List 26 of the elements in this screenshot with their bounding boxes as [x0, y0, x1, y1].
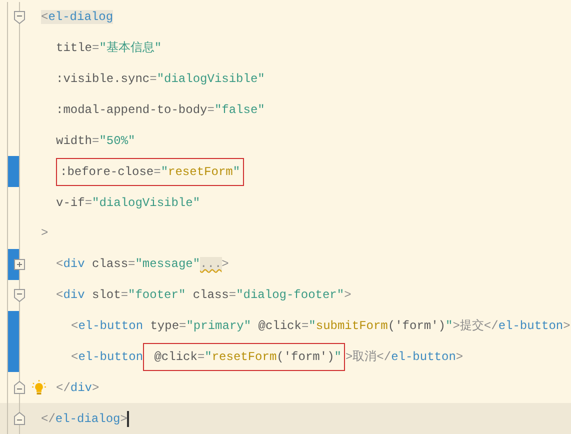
code-line: <div slot="footer" class="dialog-footer">: [56, 287, 352, 304]
highlight-box: @click="resetForm('form')": [143, 342, 346, 371]
code-text: >取消</: [345, 348, 392, 366]
code-line: <div class="message"...>: [56, 256, 229, 274]
code-line: :modal-append-to-body="false": [56, 102, 265, 119]
code-line: :visible.sync="dialogVisible": [56, 71, 265, 88]
highlight-box: :before-close="resetForm": [56, 158, 244, 186]
code-line: </el-dialog>: [41, 410, 128, 428]
collapse-icon[interactable]: [14, 10, 25, 24]
code-text: el-button: [391, 348, 456, 366]
code-line: title="基本信息": [56, 40, 162, 58]
text-cursor: [127, 410, 130, 427]
code-line: <el-dialog: [41, 9, 114, 26]
code-text: el-button: [78, 348, 144, 366]
code-line: >: [41, 225, 48, 242]
code-text: <: [71, 348, 78, 366]
fold-end-icon[interactable]: [14, 412, 25, 426]
lightbulb-icon[interactable]: [32, 380, 46, 396]
fold-end-icon[interactable]: [14, 381, 25, 394]
collapse-icon[interactable]: [14, 288, 25, 302]
code-line: </div>: [56, 380, 100, 397]
code-text: >: [456, 348, 464, 366]
code-line: <el-button type="primary" @click="submitForm('form')">提交</el-button>: [71, 318, 570, 336]
code-line: v-if="dialogVisible": [56, 194, 200, 212]
code-line: width="50%": [56, 132, 136, 150]
expand-icon[interactable]: [14, 258, 25, 270]
